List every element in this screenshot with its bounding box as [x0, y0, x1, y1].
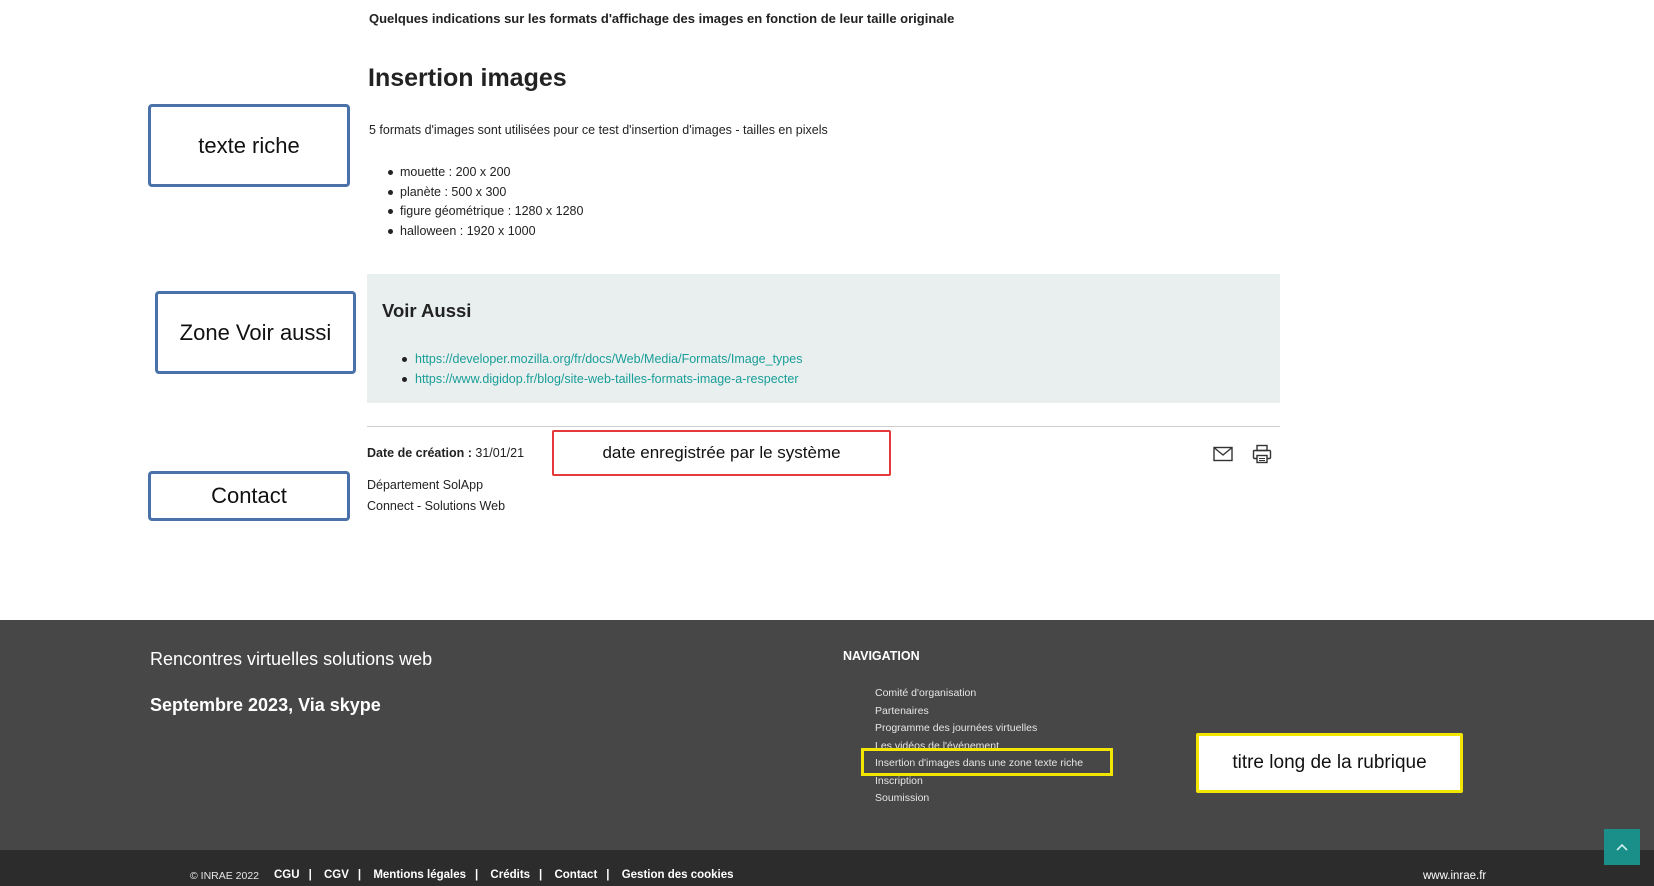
creation-date-value: 31/01/21 — [475, 446, 525, 460]
footer-nav-title: NAVIGATION — [843, 649, 920, 663]
voir-aussi-link-digidop[interactable]: https://www.digidop.fr/blog/site-web-tai… — [415, 372, 798, 386]
footer-nav-item[interactable]: Inscription — [875, 774, 1083, 792]
back-to-top-button[interactable] — [1604, 829, 1640, 865]
intro-text: 5 formats d'images sont utilisées pour c… — [369, 123, 828, 137]
website-link[interactable]: www.inrae.fr — [1423, 870, 1486, 882]
list-item: figure géométrique : 1280 x 1280 — [385, 203, 583, 223]
footer-nav-item[interactable]: Soumission — [875, 791, 1083, 809]
footer-nav-item[interactable]: Partenaires — [875, 704, 1083, 722]
contact-team: Connect - Solutions Web — [367, 499, 506, 513]
list-item: mouette : 200 x 200 — [385, 164, 583, 184]
legal-separator: | — [475, 869, 479, 881]
annotation-titre-long: titre long de la rubrique — [1196, 733, 1463, 793]
legal-link-mentions[interactable]: Mentions légales — [373, 869, 466, 881]
annotation-highlight-box — [861, 748, 1113, 776]
format-list: mouette : 200 x 200 planète : 500 x 300 … — [385, 164, 583, 242]
legal-separator: | — [606, 869, 610, 881]
legal-separator: | — [539, 869, 543, 881]
list-item: https://developer.mozilla.org/fr/docs/We… — [402, 351, 802, 371]
list-item: planète : 500 x 300 — [385, 184, 583, 204]
legal-link-contact[interactable]: Contact — [554, 869, 597, 881]
mail-icon[interactable] — [1213, 446, 1233, 462]
page-title: Insertion images — [368, 64, 567, 92]
footer-site-name: Rencontres virtuelles solutions web — [150, 649, 433, 669]
print-icon[interactable] — [1252, 444, 1272, 464]
legal-link-cgu[interactable]: CGU — [274, 869, 300, 881]
footer-bottom-bar: © INRAE 2022 CGU | CGV | Mentions légales |… — [0, 850, 1654, 886]
page-subtitle: Quelques indications sur les formats d'a… — [369, 11, 955, 26]
annotation-voir-aussi: Zone Voir aussi — [155, 291, 356, 374]
legal-separator: | — [357, 869, 362, 881]
list-item: https://www.digidop.fr/blog/site-web-tai… — [402, 371, 802, 391]
legal-separator: | — [308, 869, 312, 881]
legal-link-cookies[interactable]: Gestion des cookies — [622, 869, 734, 881]
chevron-up-icon — [1616, 843, 1628, 851]
legal-link-credits[interactable]: Crédits — [490, 869, 530, 881]
voir-aussi-zone: Voir Aussi https://developer.mozilla.org… — [367, 274, 1280, 403]
annotation-texte-riche: texte riche — [148, 104, 350, 187]
legal-links: CGU | CGV | Mentions légales | Crédits | Con… — [274, 869, 734, 881]
legal-link-cgv[interactable]: CGV — [324, 869, 349, 881]
voir-aussi-title: Voir Aussi — [382, 300, 472, 321]
list-item: halloween : 1920 x 1000 — [385, 223, 583, 243]
footer-nav-item[interactable]: Programme des journées virtuelles — [875, 721, 1083, 739]
divider — [367, 426, 1280, 427]
voir-aussi-links: https://developer.mozilla.org/fr/docs/We… — [402, 351, 802, 391]
creation-date-label: Date de création : — [367, 446, 472, 460]
footer-site-date: Septembre 2023, Via skype — [150, 695, 381, 715]
creation-date: Date de création : 31/01/21 — [367, 446, 524, 460]
annotation-date: date enregistrée par le système — [552, 430, 891, 476]
footer-nav-item[interactable]: Comité d'organisation — [875, 686, 1083, 704]
contact-department: Département SolApp — [367, 478, 484, 492]
voir-aussi-link-mozilla[interactable]: https://developer.mozilla.org/fr/docs/We… — [415, 352, 802, 366]
annotation-contact: Contact — [148, 471, 350, 521]
copyright: © INRAE 2022 — [190, 870, 260, 882]
